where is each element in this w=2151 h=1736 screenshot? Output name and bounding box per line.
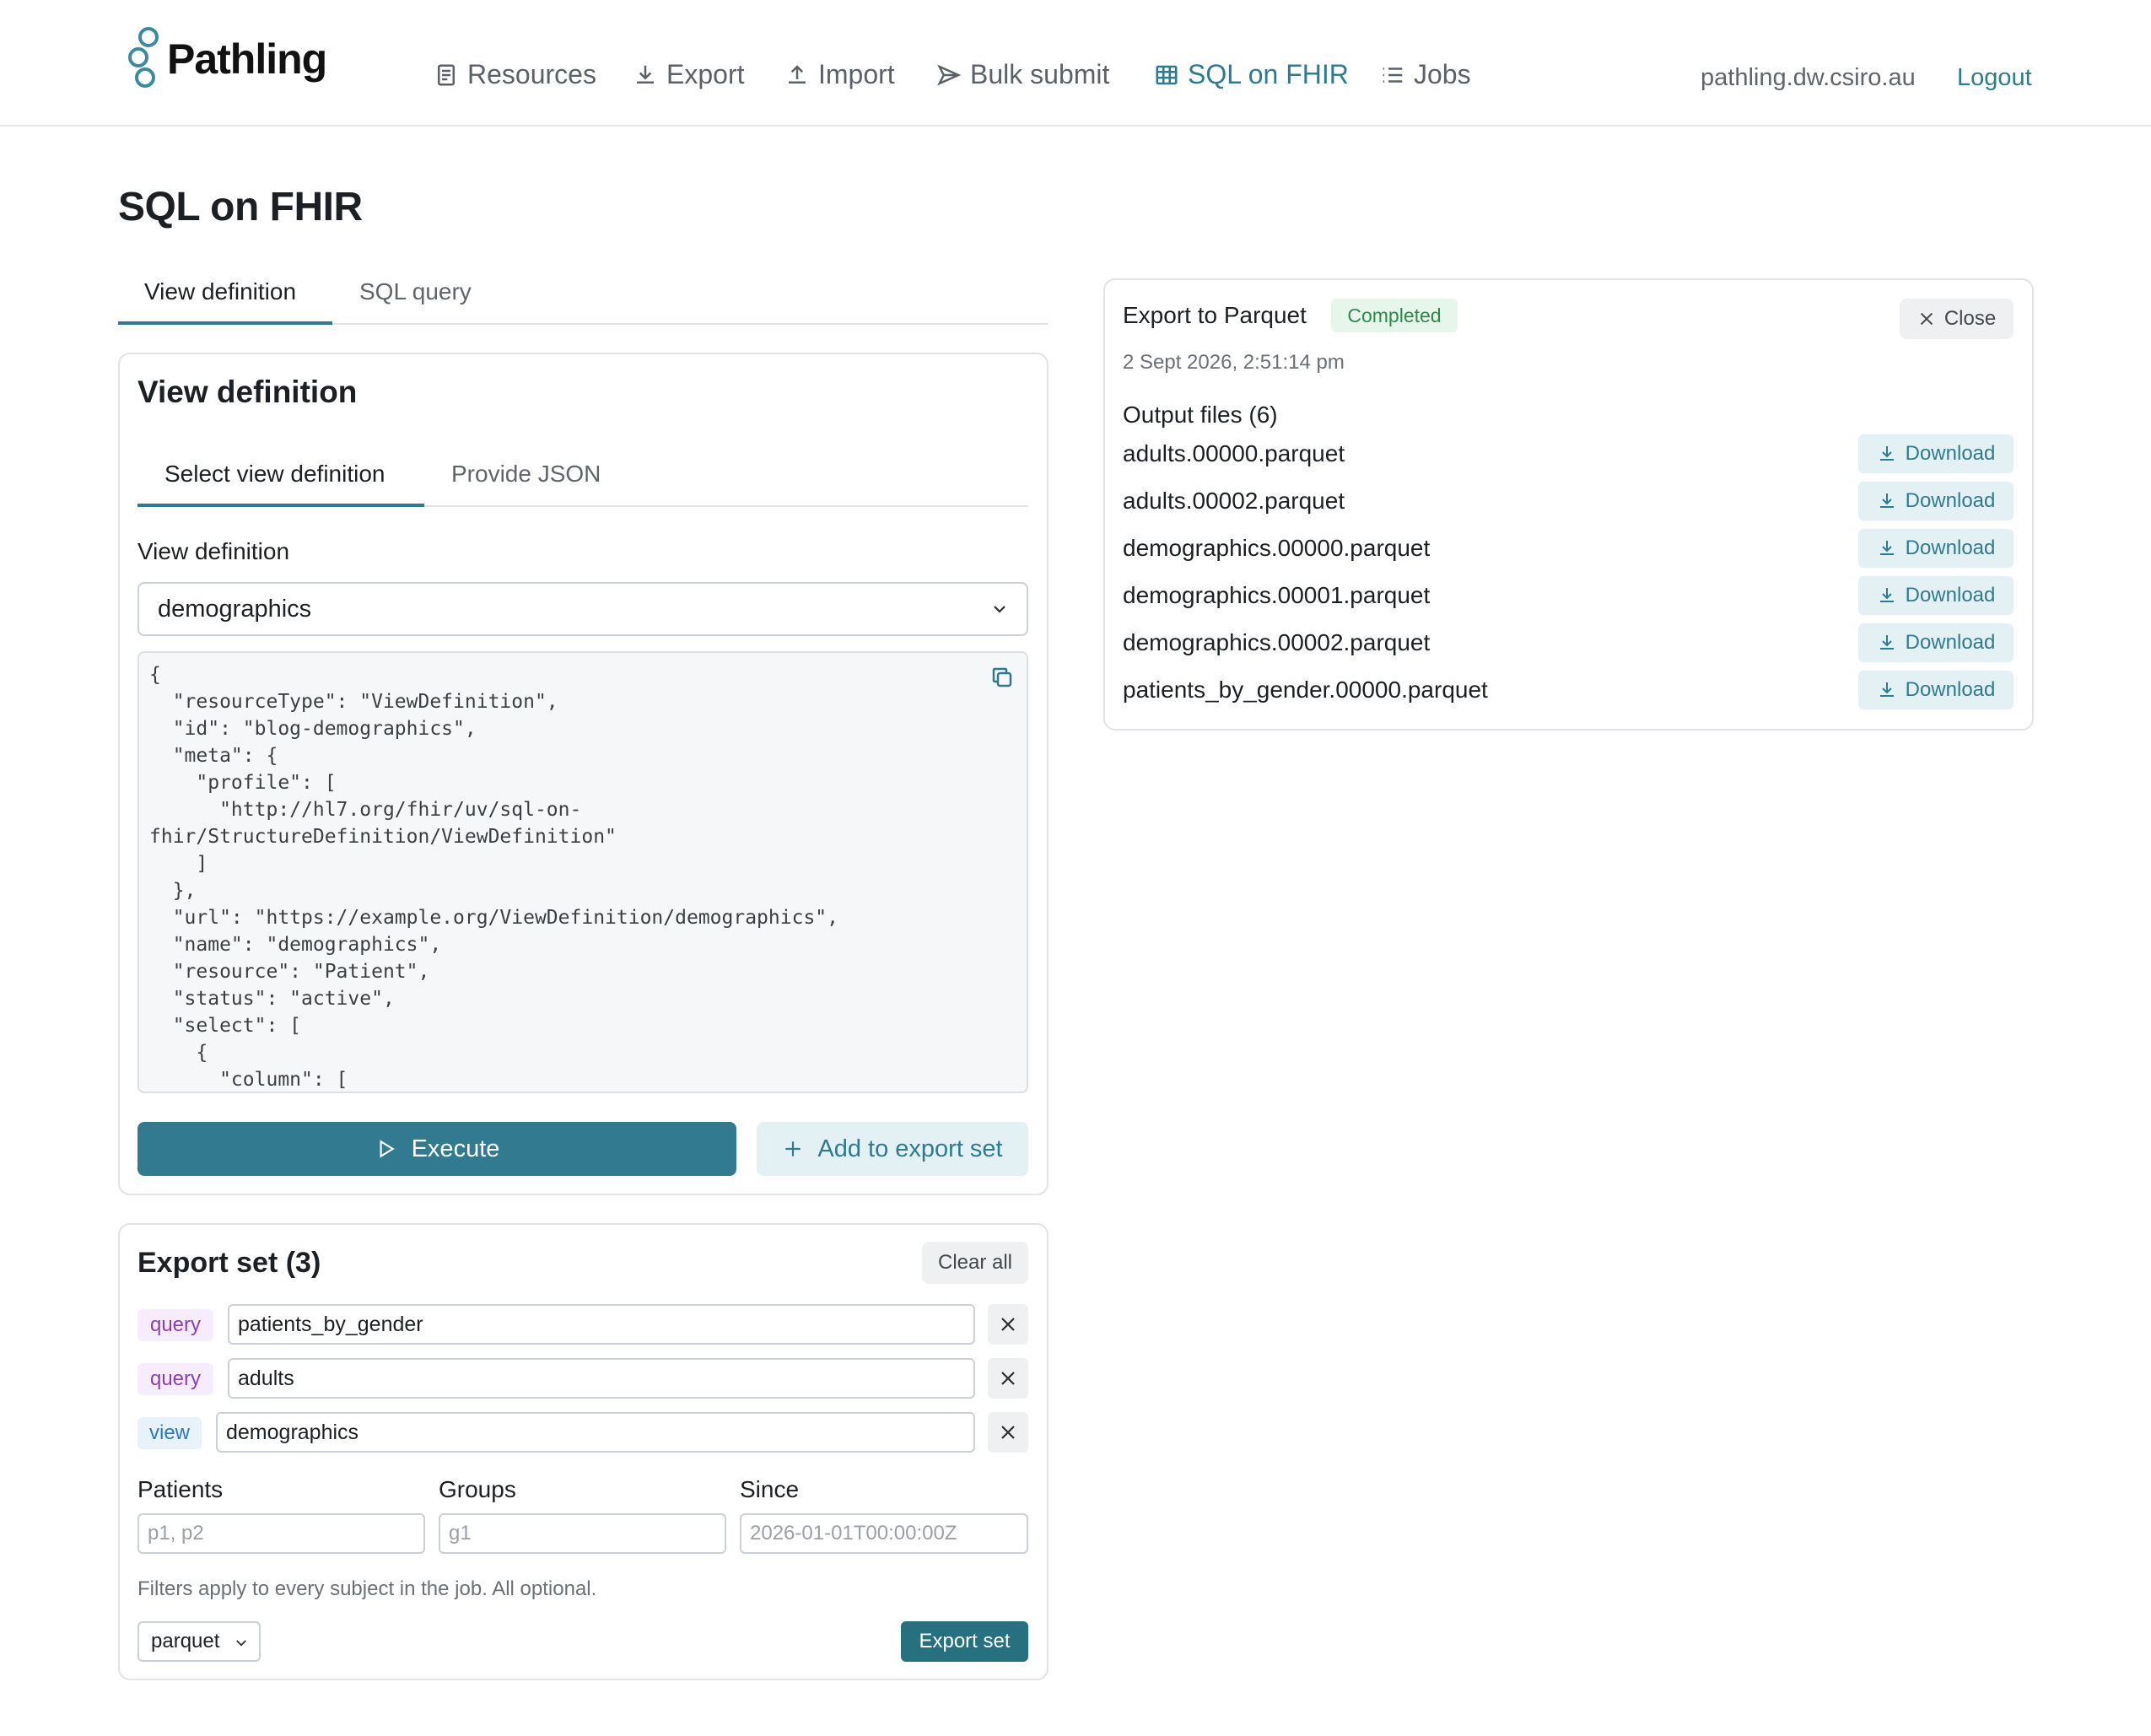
nav-label: SQL on FHIR [1188, 59, 1349, 89]
patients-label: Patients [137, 1476, 224, 1502]
output-file-name: demographics.00001.parquet [1123, 582, 1431, 608]
download-icon [1879, 682, 1894, 697]
clear-all-label: Clear all [937, 1251, 1013, 1274]
server-host: pathling.dw.csiro.au [1701, 64, 1916, 91]
execute-button[interactable]: Execute [137, 1122, 736, 1176]
nav-jobs[interactable]: Jobs [1380, 59, 1471, 90]
brand-logo[interactable]: Pathling [125, 25, 327, 93]
document-icon [438, 64, 455, 85]
nav-label: Jobs [1414, 59, 1471, 89]
pathling-logo-icon [128, 27, 159, 88]
json-preview[interactable]: { "resourceType": "ViewDefinition", "id"… [137, 651, 1028, 1093]
nav-import[interactable]: Import [784, 59, 895, 90]
export-set-title: Export set (3) [137, 1247, 321, 1279]
json-preview-text: { "resourceType": "ViewDefinition", "id"… [149, 664, 838, 1091]
remove-item-button[interactable] [988, 1412, 1028, 1453]
download-icon [1879, 588, 1894, 602]
chevron-down-icon [236, 1640, 246, 1647]
chevron-down-icon [994, 606, 1005, 613]
export-item-name-input[interactable]: patients_by_gender [228, 1304, 975, 1345]
nav-label: Import [818, 59, 895, 89]
add-to-export-set-button[interactable]: Add to export set [757, 1122, 1028, 1176]
tab-provide-json[interactable]: Provide JSON [451, 461, 601, 488]
download-icon [637, 65, 654, 84]
remove-item-button[interactable] [988, 1304, 1028, 1345]
download-button[interactable]: Download [1858, 529, 2014, 568]
export-set-button-label: Export set [919, 1630, 1011, 1652]
download-icon [1879, 493, 1894, 508]
close-icon [1920, 312, 1933, 326]
plus-icon [785, 1141, 801, 1156]
download-icon [1879, 446, 1894, 461]
page-title: SQL on FHIR [118, 185, 363, 229]
tab-select-view-definition[interactable]: Select view definition [164, 461, 385, 488]
logout-link[interactable]: Logout [1957, 64, 2032, 92]
close-icon [1001, 1318, 1015, 1331]
job-timestamp: 2 Sept 2026, 2:51:14 pm [1123, 351, 1345, 374]
top-header: Pathling Resources Export Import Bulk su… [0, 0, 2151, 127]
play-icon [380, 1140, 395, 1158]
format-select[interactable]: parquet [137, 1621, 261, 1662]
item-kind-badge: query [137, 1363, 213, 1395]
copy-icon[interactable] [989, 665, 1015, 690]
clear-all-button[interactable]: Clear all [922, 1242, 1028, 1284]
add-to-export-set-label: Add to export set [817, 1135, 1003, 1162]
since-label: Since [740, 1476, 800, 1502]
view-definition-label: View definition [137, 538, 290, 564]
output-file-name: demographics.00002.parquet [1123, 629, 1431, 655]
filters-hint: Filters apply to every subject in the jo… [137, 1577, 597, 1600]
execute-label: Execute [411, 1135, 500, 1162]
close-icon [1001, 1426, 1015, 1439]
nav-resources[interactable]: Resources [434, 59, 596, 90]
nav-bulk-submit[interactable]: Bulk submit [936, 59, 1109, 90]
format-selected: parquet [151, 1630, 220, 1652]
download-icon [1879, 541, 1894, 555]
tab-sql-query[interactable]: SQL query [359, 278, 472, 305]
download-button[interactable]: Download [1858, 671, 2014, 709]
view-definition-select[interactable]: demographics [137, 582, 1028, 636]
send-icon [937, 63, 962, 86]
nav-label: Resources [467, 59, 596, 89]
brand-name: Pathling [167, 35, 327, 83]
patients-input[interactable]: p1, p2 [137, 1513, 425, 1554]
download-button[interactable]: Download [1858, 623, 2014, 662]
export-item-name-input[interactable]: demographics [216, 1412, 975, 1453]
output-files-heading: Output files (6) [1123, 402, 1278, 428]
download-button[interactable]: Download [1858, 576, 2014, 615]
close-job-button[interactable]: Close [1900, 299, 2014, 339]
export-item-name-input[interactable]: adults [228, 1358, 975, 1399]
groups-input[interactable]: g1 [439, 1513, 726, 1554]
export-set-button[interactable]: Export set [901, 1621, 1028, 1662]
tab-view-definition[interactable]: View definition [144, 278, 296, 305]
remove-item-button[interactable] [988, 1358, 1028, 1399]
active-tab-indicator [118, 321, 332, 325]
download-icon [1879, 635, 1894, 650]
close-icon [1001, 1372, 1015, 1385]
nav-label: Bulk submit [970, 59, 1110, 89]
item-kind-badge: view [137, 1417, 202, 1449]
list-icon [1383, 67, 1403, 83]
status-badge: Completed [1331, 299, 1458, 332]
groups-label: Groups [439, 1476, 516, 1502]
nav-export[interactable]: Export [633, 59, 744, 90]
upload-icon [789, 64, 806, 84]
output-file-name: adults.00000.parquet [1123, 440, 1345, 466]
nav-label: Export [666, 59, 745, 89]
since-input[interactable]: 2026-01-01T00:00:00Z [740, 1513, 1028, 1554]
output-file-name: demographics.00000.parquet [1123, 535, 1431, 561]
download-button[interactable]: Download [1858, 482, 2014, 520]
table-icon [1156, 65, 1178, 84]
download-button[interactable]: Download [1858, 434, 2014, 473]
item-kind-badge: query [137, 1309, 213, 1341]
job-title: Export to Parquet [1123, 302, 1307, 328]
output-file-name: adults.00002.parquet [1123, 488, 1345, 514]
view-card-title: View definition [137, 375, 358, 409]
selected-view-definition: demographics [158, 595, 312, 623]
active-subtab-indicator [137, 504, 424, 507]
output-file-name: patients_by_gender.00000.parquet [1123, 677, 1488, 703]
nav-sql-on-fhir[interactable]: SQL on FHIR [1154, 59, 1349, 90]
